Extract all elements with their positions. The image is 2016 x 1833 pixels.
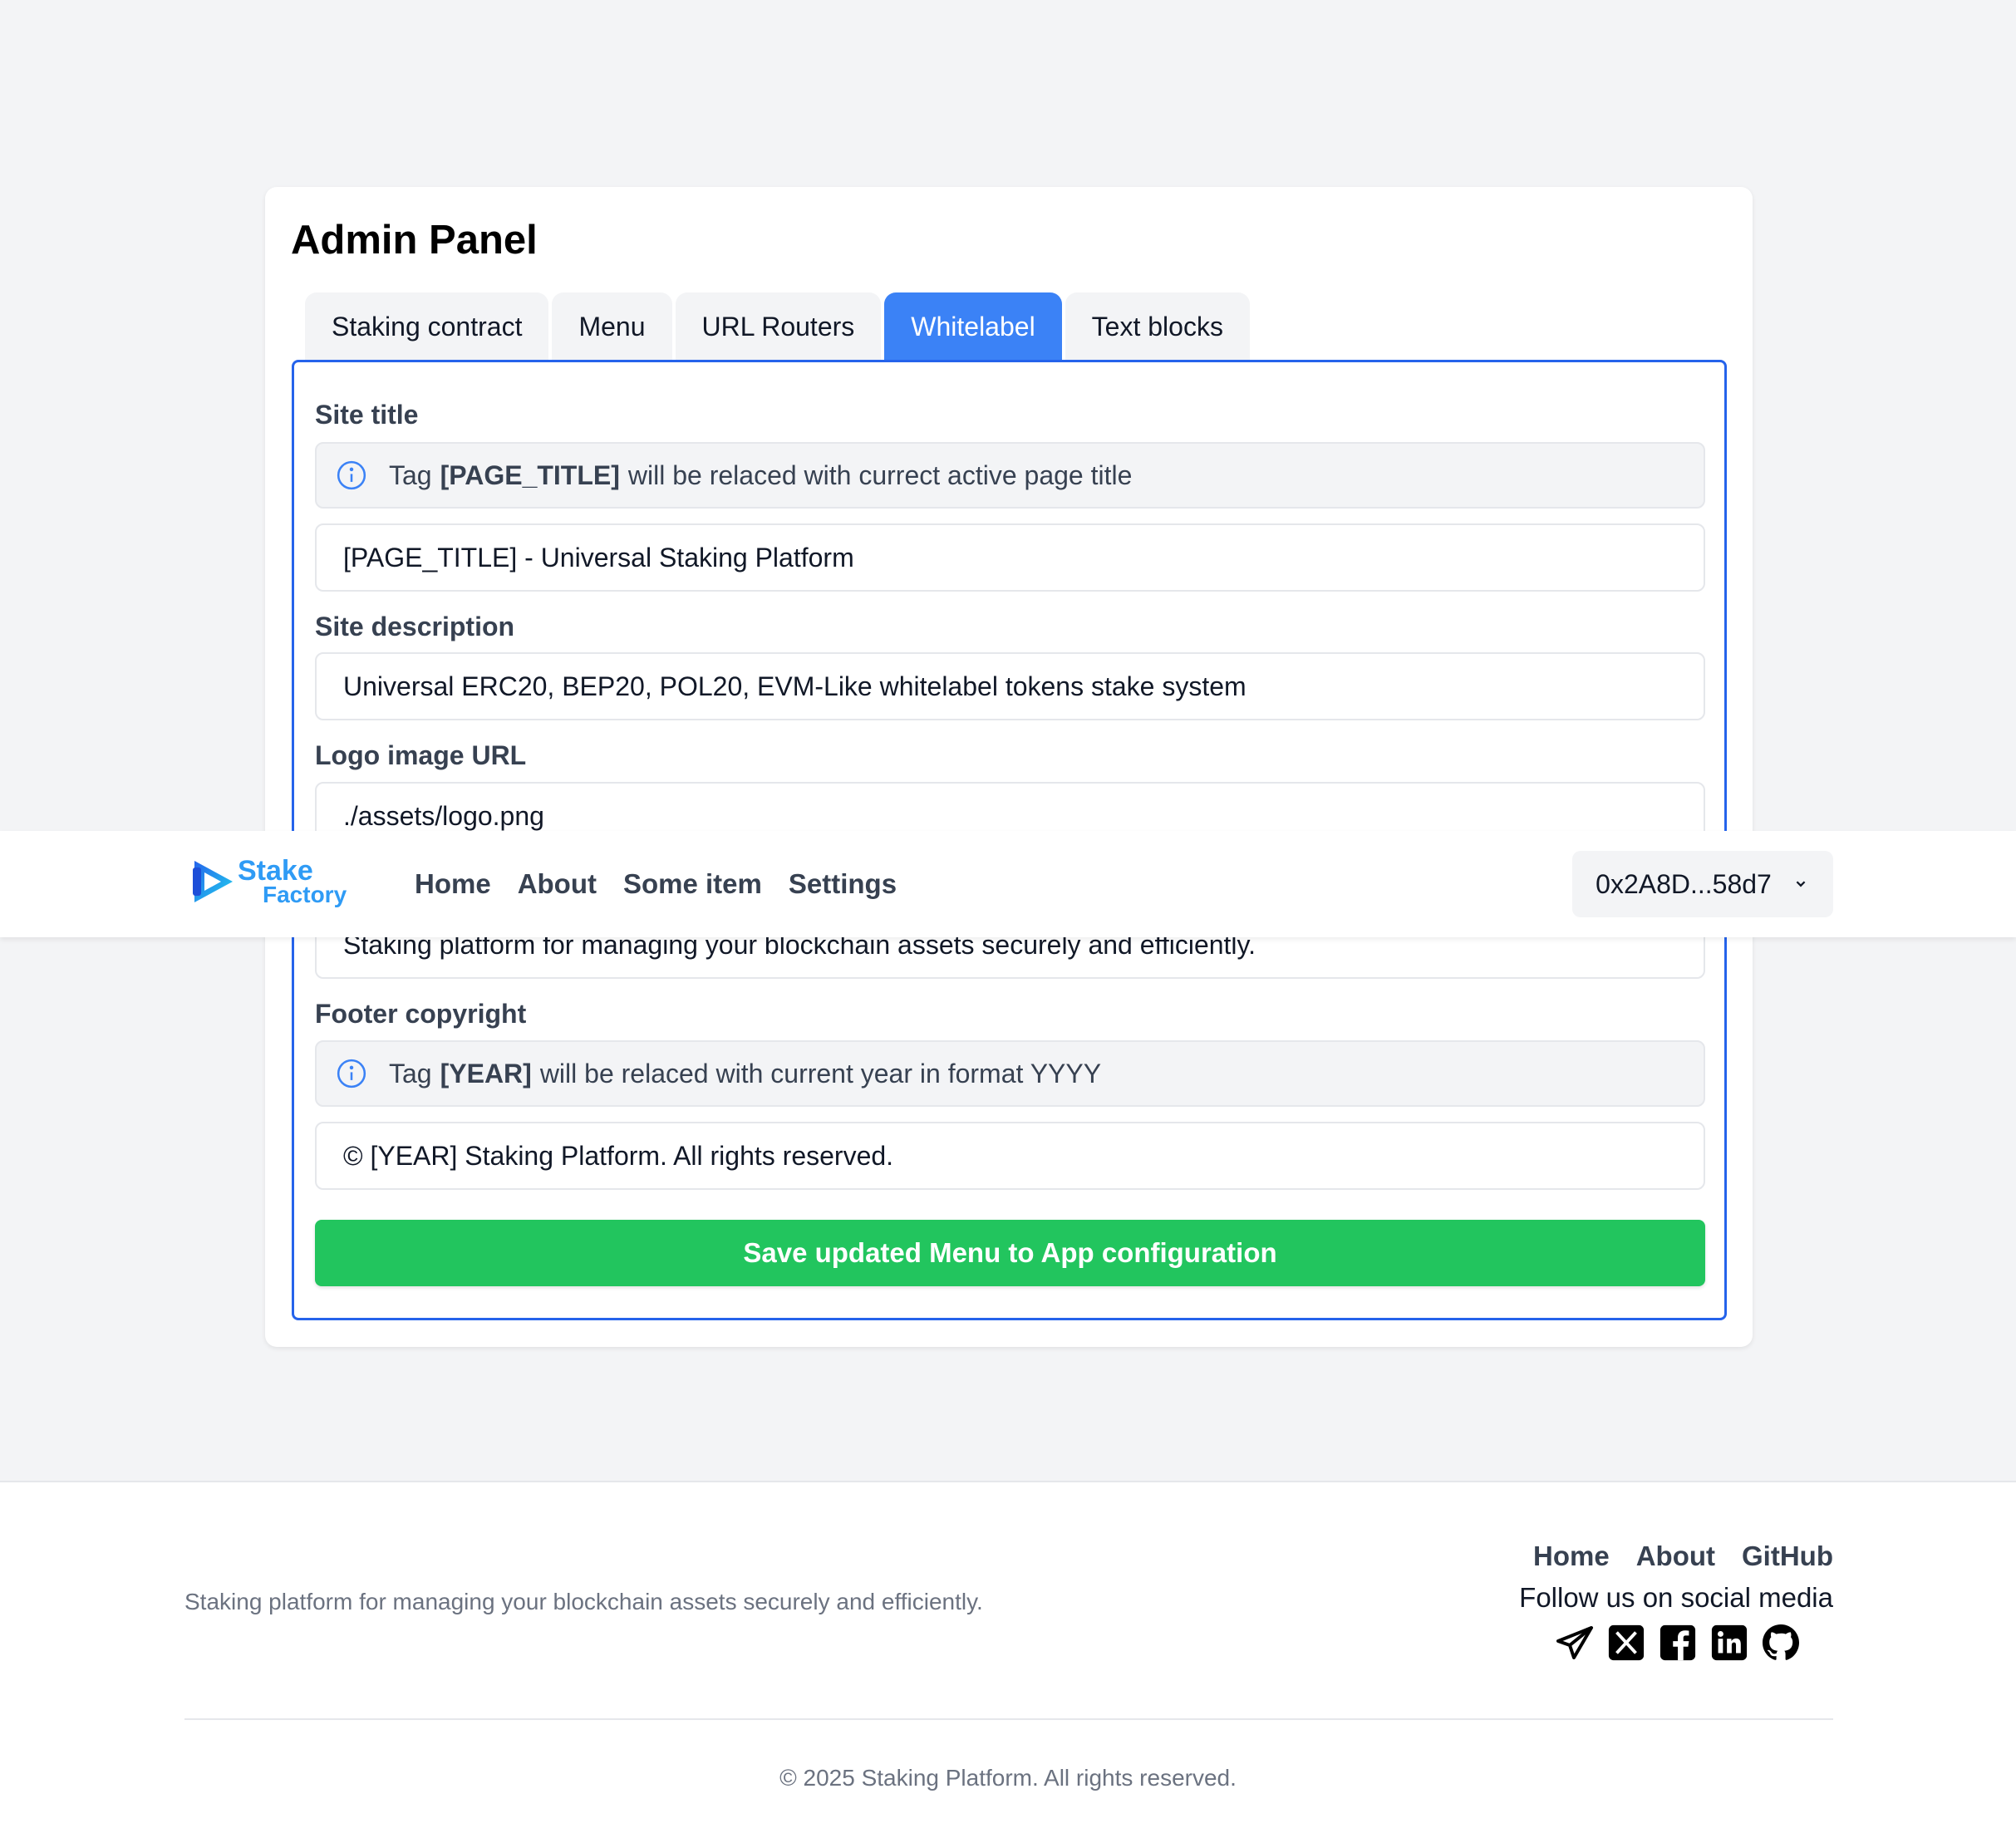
info-icon — [336, 459, 367, 491]
site-description-input[interactable] — [315, 652, 1705, 720]
admin-tabs: Staking contract Menu URL Routers Whitel… — [305, 292, 1250, 361]
site-title-input[interactable] — [315, 523, 1705, 592]
footer-link-github[interactable]: GitHub — [1742, 1541, 1833, 1572]
nav-settings[interactable]: Settings — [789, 868, 897, 900]
info-text: will be relaced with current year in for… — [539, 1058, 1102, 1088]
footer: Staking platform for managing your block… — [0, 1481, 2016, 1833]
footer-description: Staking platform for managing your block… — [184, 1589, 983, 1614]
tab-staking-contract[interactable]: Staking contract — [305, 292, 549, 361]
tab-whitelabel[interactable]: Whitelabel — [884, 292, 1062, 361]
chevron-down-icon — [1796, 881, 1806, 887]
logo-icon — [193, 861, 233, 902]
info-tag: [PAGE_TITLE] — [440, 459, 620, 490]
nav-links: Home About Some item Settings — [415, 831, 897, 937]
footer-copyright-info: Tag [YEAR] will be relaced with current … — [315, 1040, 1705, 1107]
info-icon — [336, 1058, 367, 1089]
logo-text-stake: Stake — [238, 855, 313, 887]
tab-text-blocks[interactable]: Text blocks — [1065, 292, 1250, 361]
social-icons — [1554, 1622, 1802, 1663]
nav-some-item[interactable]: Some item — [623, 868, 762, 900]
admin-panel-card: Admin Panel Staking contract Menu URL Ro… — [265, 187, 1753, 1347]
info-prefix: Tag — [389, 459, 432, 490]
logo-text-factory: Factory — [263, 882, 347, 907]
nav-home[interactable]: Home — [415, 868, 491, 900]
wallet-dropdown-button[interactable]: 0x2A8D...58d7 — [1572, 851, 1833, 917]
footer-link-home[interactable]: Home — [1533, 1541, 1610, 1572]
site-description-label: Site description — [315, 612, 515, 641]
tab-url-routers[interactable]: URL Routers — [675, 292, 882, 361]
save-config-button[interactable]: Save updated Menu to App configuration — [315, 1220, 1705, 1286]
footer-copyright: © 2025 Staking Platform. All rights rese… — [779, 1765, 1237, 1791]
wallet-address: 0x2A8D...58d7 — [1596, 868, 1772, 899]
logo[interactable]: Stake Factory — [191, 856, 347, 907]
footer-divider — [184, 1718, 1833, 1720]
linkedin-icon[interactable] — [1709, 1622, 1750, 1663]
footer-copyright-input[interactable] — [315, 1122, 1705, 1190]
site-title-label: Site title — [315, 400, 419, 430]
github-icon[interactable] — [1760, 1622, 1802, 1663]
tab-menu[interactable]: Menu — [552, 292, 672, 361]
facebook-icon[interactable] — [1657, 1622, 1699, 1663]
info-tag: [YEAR] — [440, 1058, 532, 1088]
page-title: Admin Panel — [291, 218, 538, 263]
nav-about[interactable]: About — [518, 868, 597, 900]
top-navbar: Stake Factory Home About Some item Setti… — [0, 831, 2016, 937]
telegram-icon[interactable] — [1554, 1622, 1596, 1663]
site-title-info: Tag [PAGE_TITLE] will be relaced with cu… — [315, 442, 1705, 509]
footer-link-about[interactable]: About — [1636, 1541, 1715, 1572]
info-prefix: Tag — [389, 1058, 432, 1088]
footer-copyright-label: Footer copyright — [315, 999, 527, 1029]
footer-links: Home About GitHub — [1533, 1541, 1833, 1572]
info-text: will be relaced with currect active page… — [627, 459, 1133, 490]
x-icon[interactable] — [1605, 1622, 1647, 1663]
follow-us-text: Follow us on social media — [1519, 1582, 1833, 1613]
logo-url-label: Logo image URL — [315, 740, 527, 770]
